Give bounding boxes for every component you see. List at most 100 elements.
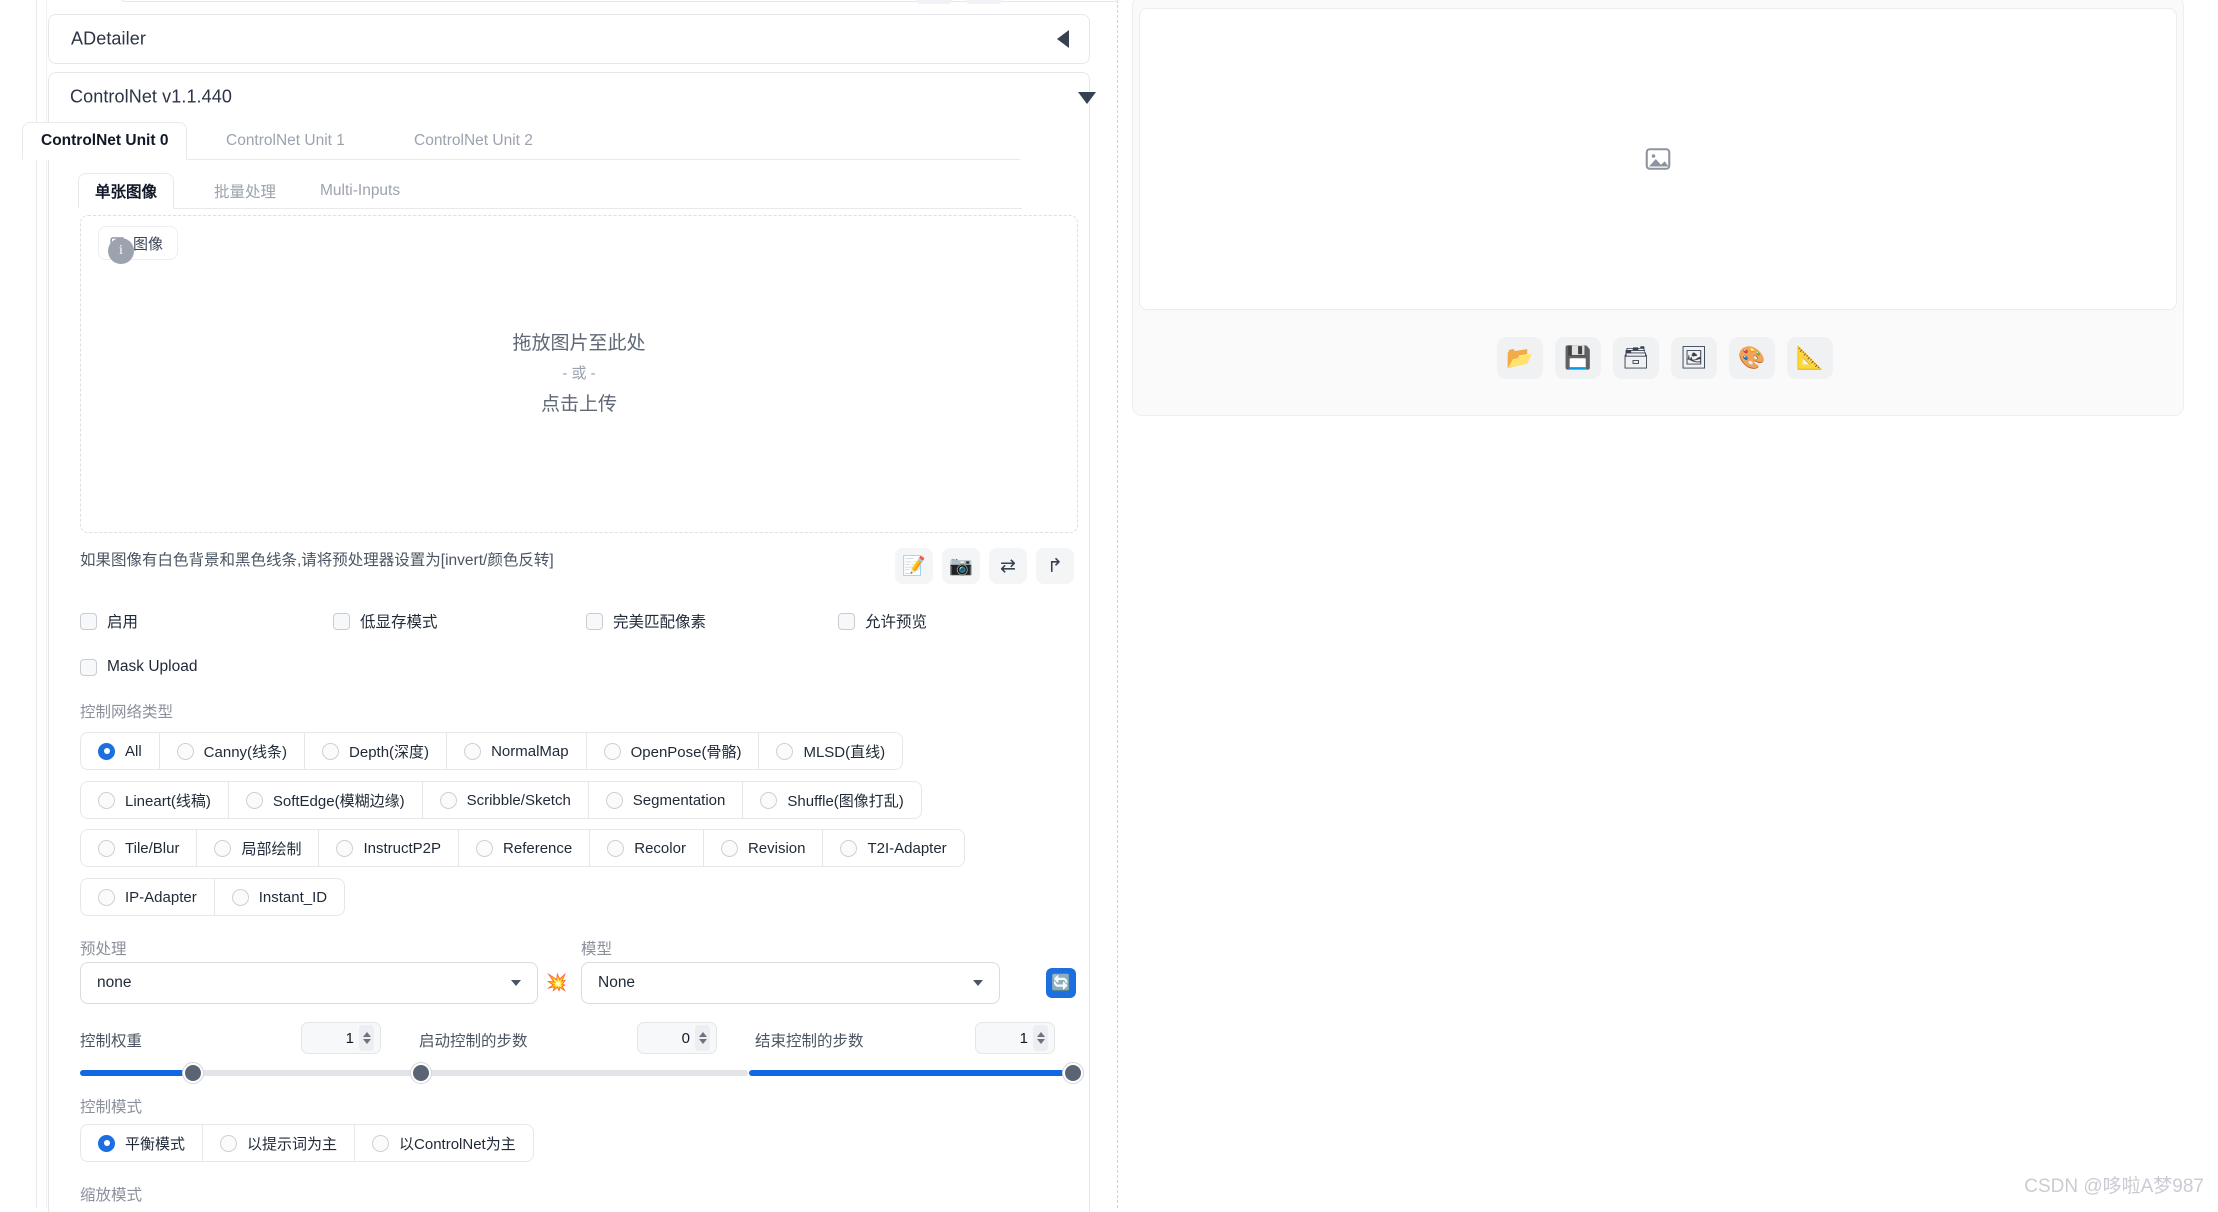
tab-multi-inputs[interactable]: Multi-Inputs [304, 173, 416, 209]
top-ghost-button-2[interactable] [965, 0, 1003, 4]
start-step-input[interactable]: 0 [637, 1022, 717, 1054]
dropzone-line-3: 点击上传 [540, 393, 617, 415]
control-type-shuffle[interactable]: Shuffle(图像打乱) [742, 781, 922, 819]
card-file-box-icon[interactable]: 🗃 [1613, 337, 1659, 379]
radio-label: Lineart(线稿) [125, 792, 211, 810]
checkbox-pixel-perfect[interactable]: 完美匹配像素 [586, 610, 706, 632]
control-type-reference[interactable]: Reference [458, 829, 591, 867]
tab-controlnet-unit-0[interactable]: ControlNet Unit 0 [22, 122, 188, 160]
chevron-down-icon[interactable] [1078, 92, 1096, 104]
radio-dot [605, 791, 623, 809]
image-dropzone[interactable]: 拖放图片至此处 - 或 - 点击上传 [80, 215, 1078, 533]
control-type-all[interactable]: All [80, 732, 160, 770]
output-preview[interactable] [1139, 8, 2177, 310]
slider-thumb[interactable] [411, 1063, 431, 1083]
radio-dot [720, 839, 738, 857]
control-type-segmentation[interactable]: Segmentation [587, 781, 744, 819]
artist-palette-icon[interactable]: 🎨 [1729, 337, 1775, 379]
control-type-recolor[interactable]: Recolor [589, 829, 704, 867]
radio-dot [776, 742, 794, 760]
checkbox-box [838, 612, 855, 630]
control-type-revision[interactable]: Revision [702, 829, 824, 867]
end-step-input[interactable]: 1 [975, 1022, 1055, 1054]
radio-dot [98, 839, 115, 857]
top-ghost-button-1[interactable] [915, 0, 953, 4]
radio-dot [231, 888, 249, 906]
camera-icon[interactable]: 📷 [942, 548, 980, 584]
column-divider [1117, 0, 1118, 1208]
control-mode-balanced[interactable]: 平衡模式 [80, 1124, 204, 1162]
tab-controlnet-unit-2[interactable]: ControlNet Unit 2 [396, 122, 551, 160]
stepper-control-weight[interactable] [359, 1025, 374, 1051]
control-type-t2i-adapter[interactable]: T2I-Adapter [822, 829, 965, 867]
triangular-ruler-icon[interactable]: 📐 [1787, 337, 1833, 379]
chevron-left-icon[interactable] [1057, 30, 1069, 48]
preprocessor-select[interactable]: none [80, 962, 538, 1004]
refresh-icon[interactable]: 🔄 [1046, 968, 1076, 998]
control-type-mlsd[interactable]: MLSD(直线) [758, 732, 904, 770]
control-type-depth[interactable]: Depth(深度) [304, 732, 448, 770]
stepper-start-step[interactable] [695, 1025, 710, 1051]
radio-label: Segmentation [632, 791, 726, 809]
control-mode-prompt-priority[interactable]: 以提示词为主 [202, 1124, 356, 1162]
checkbox-label: 启用 [107, 614, 139, 631]
end-step-slider[interactable] [749, 1062, 1083, 1084]
left-rail [0, 0, 38, 1208]
radio-label: Revision [747, 839, 806, 857]
tab-controlnet-unit-1[interactable]: ControlNet Unit 1 [208, 122, 363, 160]
adetailer-accordion[interactable]: ADetailer [48, 14, 1090, 64]
control-type-softedge[interactable]: SoftEdge(模糊边缘) [227, 781, 423, 819]
undo-arrow-icon[interactable]: ↱ [1036, 548, 1074, 584]
control-weight-slider[interactable] [80, 1062, 413, 1084]
save-floppy-icon[interactable]: 💾 [1555, 337, 1601, 379]
checkbox-low-vram[interactable]: 低显存模式 [333, 610, 438, 632]
checkbox-enable[interactable]: 启用 [80, 610, 138, 632]
radio-dot [372, 1134, 390, 1152]
radio-dot [476, 839, 494, 857]
control-type-lineart[interactable]: Lineart(线稿) [80, 781, 229, 819]
control-type-openpose[interactable]: OpenPose(骨骼) [585, 732, 760, 770]
radio-dot [98, 888, 115, 906]
folder-icon[interactable]: 📂 [1497, 337, 1543, 379]
slider-thumb[interactable] [183, 1063, 204, 1083]
control-type-tile-blur[interactable]: Tile/Blur [80, 829, 198, 867]
checkbox-mask-upload[interactable]: Mask Upload [80, 658, 197, 676]
radio-label: MLSD(直线) [803, 743, 886, 761]
control-mode-controlnet-priority[interactable]: 以ControlNet为主 [354, 1124, 534, 1162]
checkbox-box [586, 612, 603, 630]
radio-dot [439, 791, 457, 809]
end-step-label: 结束控制的步数 [755, 1033, 864, 1050]
control-type-normalmap[interactable]: NormalMap [446, 732, 587, 770]
control-type-inpaint[interactable]: 局部绘制 [196, 829, 320, 867]
checkbox-label: Mask Upload [107, 658, 198, 675]
control-mode-row: 平衡模式 以提示词为主 以ControlNet为主 [80, 1124, 534, 1162]
radio-label: 以ControlNet为主 [399, 1135, 516, 1153]
radio-dot [336, 839, 354, 857]
stepper-end-step[interactable] [1033, 1025, 1048, 1051]
control-type-instant-id[interactable]: Instant_ID [213, 878, 346, 916]
slider-fill [749, 1070, 1081, 1076]
tab-single-image[interactable]: 单张图像 [78, 173, 175, 209]
resize-mode-label: 缩放模式 [80, 1187, 143, 1204]
radio-label: Recolor [634, 839, 686, 857]
tab-batch-process[interactable]: 批量处理 [198, 173, 292, 209]
control-type-label: 控制网络类型 [80, 704, 174, 721]
radio-dot [760, 791, 778, 809]
slider-track [413, 1070, 748, 1076]
radio-label: Depth(深度) [349, 743, 430, 761]
control-weight-input[interactable]: 1 [301, 1022, 381, 1054]
slider-thumb[interactable] [1063, 1063, 1083, 1083]
checkbox-allow-preview[interactable]: 允许预览 [838, 610, 927, 632]
edit-note-icon[interactable]: 📝 [895, 548, 933, 584]
model-select[interactable]: None [581, 962, 1000, 1004]
explosion-icon[interactable]: 💥 [542, 968, 572, 998]
preprocessor-hint: 如果图像有白色背景和黑色线条,请将预处理器设置为[invert/颜色反转] [80, 552, 554, 569]
framed-picture-icon[interactable]: 🖼 [1671, 337, 1717, 379]
control-type-scribble[interactable]: Scribble/Sketch [421, 781, 589, 819]
swap-arrows-icon[interactable]: ⇄ [989, 548, 1027, 584]
control-type-instructp2p[interactable]: InstructP2P [318, 829, 460, 867]
control-type-ip-adapter[interactable]: IP-Adapter [80, 878, 215, 916]
start-step-slider[interactable] [411, 1062, 748, 1084]
control-type-canny[interactable]: Canny(线条) [158, 732, 306, 770]
model-label: 模型 [581, 941, 613, 958]
